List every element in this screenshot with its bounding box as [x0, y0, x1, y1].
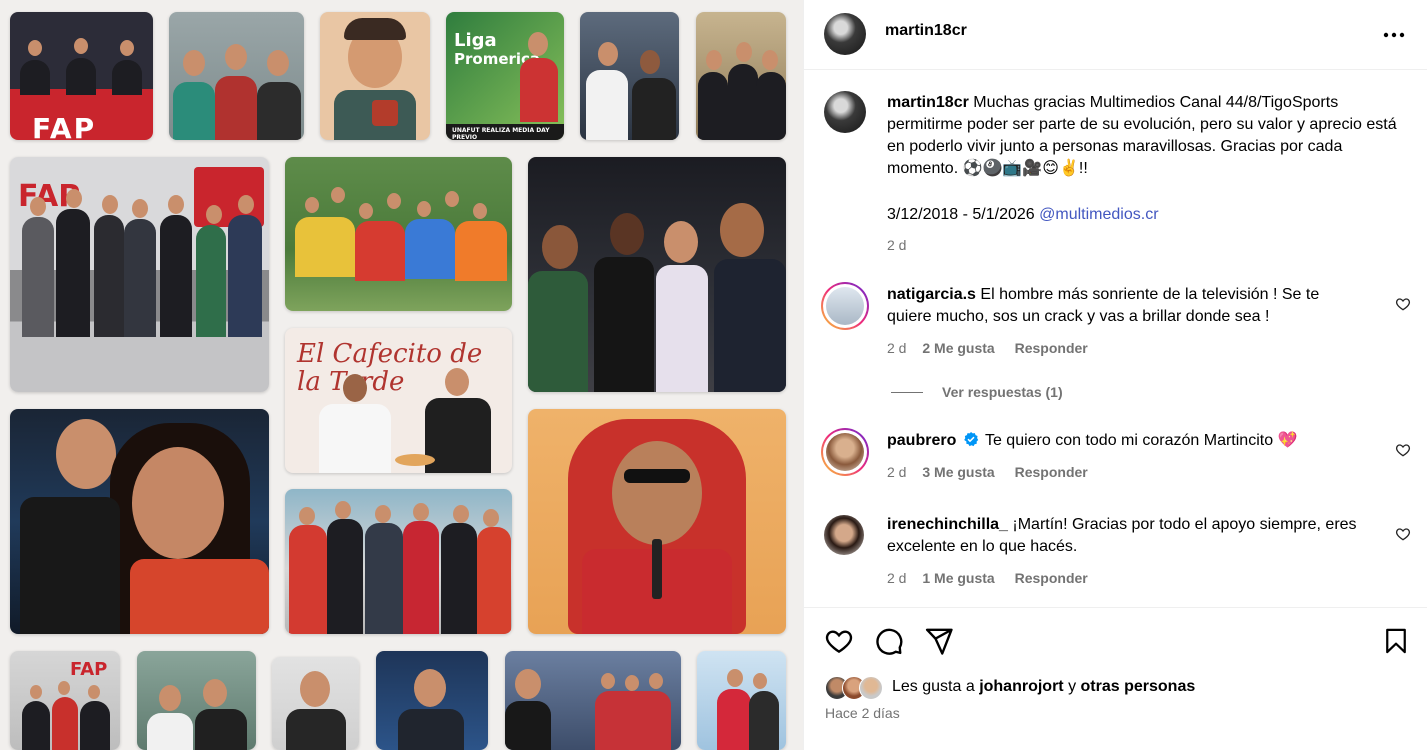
author-avatar[interactable] — [824, 13, 866, 55]
comment-username[interactable]: irenechinchilla_ — [887, 516, 1008, 533]
photo-presenter-duo — [580, 12, 679, 140]
liga-banner-line1: Liga — [454, 30, 497, 51]
comment-reply-button[interactable]: Responder — [1015, 464, 1088, 480]
photo-hallway-duo — [137, 651, 256, 750]
photo-gamer-chair — [528, 409, 786, 634]
comment-meta: 2 d 1 Me gusta Responder — [887, 570, 1088, 586]
comment-text: irenechinchilla_ ¡Martín! Gracias por to… — [887, 514, 1367, 558]
photo-cafecito-tarde: El Cafecito de la Tarde — [285, 328, 512, 473]
comment-username[interactable]: natigarcia.s — [887, 286, 976, 303]
comment-like-heart-icon[interactable] — [1395, 526, 1411, 542]
view-replies-button[interactable]: Ver respuestas (1) — [942, 384, 1063, 400]
likes-joiner: y — [1068, 678, 1077, 695]
likes-summary: Les gusta a johanrojort y otras personas — [892, 676, 1195, 698]
caption-mention-link[interactable]: @multimedios.cr — [1039, 206, 1158, 223]
comment-likes[interactable]: 3 Me gusta — [922, 464, 994, 480]
comment-item: irenechinchilla_ ¡Martín! Gracias por to… — [804, 512, 1427, 592]
unafut-banner: UNAFUT REALIZA MEDIA DAY PREVIO — [452, 127, 550, 140]
caption-username[interactable]: martin18cr — [887, 94, 969, 111]
view-replies-divider — [891, 392, 923, 393]
post-media-collage[interactable]: FAP Liga Promerica UNAFUT REALIZA MEDIA … — [0, 0, 803, 750]
photo-studio-fap: FAP — [10, 12, 153, 140]
caption-time[interactable]: 2 d — [887, 237, 906, 253]
bookmark-icon[interactable] — [1382, 626, 1410, 656]
comment-time[interactable]: 2 d — [887, 570, 906, 586]
comment-meta: 2 d 3 Me gusta Responder — [887, 464, 1088, 480]
photo-mic-presenter — [272, 657, 359, 750]
caption-avatar[interactable] — [824, 91, 866, 133]
commenter-avatar-ring[interactable] — [821, 282, 869, 330]
photo-studio-group — [285, 489, 512, 634]
liker-avatars[interactable] — [825, 675, 889, 700]
caption-dates: 3/12/2018 - 5/1/2026 — [887, 206, 1035, 223]
comment-text: natigarcia.s El hombre más sonriente de … — [887, 284, 1347, 328]
comment-reply-button[interactable]: Responder — [1015, 340, 1088, 356]
comment-meta: 2 d 2 Me gusta Responder — [887, 340, 1088, 356]
caption-text: martin18cr Muchas gracias Multimedios Ca… — [887, 92, 1397, 180]
photo-night-group — [528, 157, 786, 392]
verified-badge-icon — [963, 432, 978, 447]
post-actions: Les gusta a johanrojort y otras personas… — [804, 607, 1427, 750]
liker-username[interactable]: johanrojort — [979, 678, 1063, 695]
photo-christmas-sweaters — [169, 12, 304, 140]
commenter-avatar — [826, 433, 864, 471]
photo-selfie-duo — [10, 409, 269, 634]
comment-reply-button[interactable]: Responder — [1015, 570, 1088, 586]
author-username[interactable]: martin18cr — [885, 22, 967, 40]
photo-red-dress — [697, 651, 786, 750]
heart-icon[interactable] — [824, 626, 854, 656]
photo-blue-studio — [376, 651, 488, 750]
photo-liga-promerica: Liga Promerica UNAFUT REALIZA MEDIA DAY … — [446, 12, 564, 140]
photo-news-desk — [505, 651, 681, 750]
photo-group-grass — [285, 157, 512, 311]
commenter-avatar — [826, 287, 864, 325]
fap-banner: FAP — [32, 112, 97, 140]
paper-plane-icon[interactable] — [924, 626, 954, 656]
liker-avatar — [859, 676, 883, 700]
comment-time[interactable]: 2 d — [887, 340, 906, 356]
photo-group-outdoor — [696, 12, 786, 140]
other-likers-link[interactable]: otras personas — [1081, 678, 1196, 695]
post-header: martin18cr — [804, 0, 1427, 70]
comment-time[interactable]: 2 d — [887, 464, 906, 480]
comment-username[interactable]: paubrero — [887, 432, 956, 449]
comment-likes[interactable]: 2 Me gusta — [922, 340, 994, 356]
photo-fap-team: FAP — [10, 157, 269, 392]
comment-like-heart-icon[interactable] — [1395, 296, 1411, 312]
comment-item: natigarcia.s El hombre más sonriente de … — [804, 282, 1427, 402]
comment-likes[interactable]: 1 Me gusta — [922, 570, 994, 586]
photo-fap-set: FAP — [10, 651, 120, 750]
photo-cartoon-caricature — [320, 12, 430, 140]
comment-text: paubrero Te quiero con todo mi corazón M… — [887, 430, 1367, 452]
likes-prefix: Les gusta a — [892, 678, 975, 695]
more-horizontal-icon[interactable] — [1382, 25, 1406, 45]
caption-dates-line: 3/12/2018 - 5/1/2026 @multimedios.cr — [887, 204, 1159, 226]
commenter-avatar[interactable] — [824, 515, 864, 555]
post-detail-panel: martin18cr martin18cr Muchas gracias Mul… — [803, 0, 1427, 750]
post-date[interactable]: Hace 2 días — [825, 705, 900, 721]
commenter-avatar-ring[interactable] — [821, 428, 869, 476]
comment-like-heart-icon[interactable] — [1395, 442, 1411, 458]
comment-item: paubrero Te quiero con todo mi corazón M… — [804, 428, 1427, 488]
comment-icon[interactable] — [874, 626, 904, 656]
fap-banner-3: FAP — [70, 659, 108, 680]
comment-body: Te quiero con todo mi corazón Martincito… — [984, 432, 1298, 449]
